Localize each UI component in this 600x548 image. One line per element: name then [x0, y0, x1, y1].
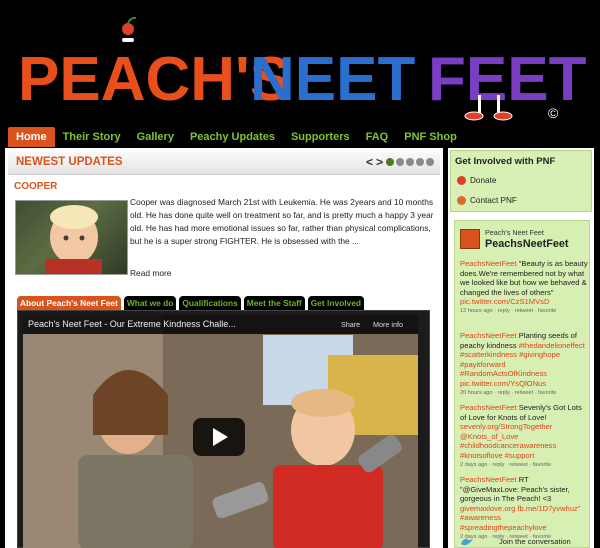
join-conversation-link[interactable]: Join the conversation: [499, 537, 571, 546]
play-icon: [213, 428, 228, 446]
post-name[interactable]: COOPER: [14, 181, 57, 192]
nav-item-home[interactable]: Home: [8, 127, 55, 147]
updates-title: NEWEST UPDATES: [16, 156, 123, 168]
peach-small-icon: [457, 196, 466, 205]
twitter-avatar[interactable]: [460, 229, 480, 249]
site-header: PEACH'S NEET FEET ©: [0, 0, 600, 126]
tab-about-peach-s-neet-feet[interactable]: About Peach's Neet Feet: [17, 296, 121, 310]
child-photo-illustration: [46, 205, 102, 274]
share-button[interactable]: Share: [341, 320, 360, 329]
donate-label: Donate: [470, 176, 497, 185]
tweet-link[interactable]: sevenly.org/StrongTogether @Knots_of_Lov…: [460, 422, 556, 460]
next-arrow-icon[interactable]: >: [376, 156, 384, 168]
main-nav: Home Their Story Gallery Peachy Updates Supp…: [0, 126, 600, 148]
info-tabs: About Peach's Neet Feet What we do Qualifi…: [17, 296, 364, 310]
tab-get-involved[interactable]: Get Involved: [307, 296, 364, 310]
tweet-meta[interactable]: 12 hours ago · reply · retweet · favorit…: [460, 307, 588, 315]
slider-dot[interactable]: [406, 158, 414, 166]
slider-dot[interactable]: [386, 158, 394, 166]
post-excerpt: Cooper was diagnosed March 21st with Leu…: [130, 197, 434, 246]
nav-item-pnf-shop[interactable]: PNF Shop: [396, 127, 465, 147]
slider-dot[interactable]: [396, 158, 404, 166]
donate-link[interactable]: Donate: [457, 176, 496, 185]
prev-arrow-icon[interactable]: <: [366, 156, 374, 168]
contact-label: Contact PNF: [470, 196, 517, 205]
logo-word-2: NEET: [250, 45, 415, 114]
slider-dot[interactable]: [426, 158, 434, 166]
slider-dots: [386, 158, 434, 166]
logo-title: PEACH'S NEET FEET: [18, 45, 587, 114]
more-info-button[interactable]: More info: [373, 320, 403, 329]
video-player[interactable]: Peach's Neet Feet - Our Extreme Kindness…: [23, 315, 418, 548]
sidebar: Get Involved with PNF Donate Contact PNF…: [448, 148, 594, 548]
get-involved-title: Get Involved with PNF: [455, 156, 556, 167]
tweet-user[interactable]: PeachsNeetFeet: [460, 475, 517, 484]
tweet-user[interactable]: PeachsNeetFeet: [460, 331, 517, 340]
post-photo[interactable]: [15, 200, 128, 275]
read-more-link[interactable]: Read more: [130, 268, 171, 278]
peach-icon: [122, 16, 137, 42]
tweet-link[interactable]: givemaxlove.org fb.me/1D7yvwhuz" #awaren…: [460, 504, 580, 532]
heart-icon: [457, 176, 466, 185]
get-involved-panel: Get Involved with PNF Donate Contact PNF: [450, 150, 592, 212]
tweet: PeachsNeetFeet RT "@GiveMaxLove: Peach's…: [460, 475, 588, 541]
tweet-user[interactable]: PeachsNeetFeet: [460, 403, 517, 412]
twitter-handle[interactable]: PeachsNeetFeet: [485, 238, 568, 250]
nav-item-supporters[interactable]: Supporters: [283, 127, 358, 147]
tweet-user[interactable]: PeachsNeetFeet: [460, 259, 517, 268]
play-button[interactable]: [193, 418, 245, 456]
slider-dot[interactable]: [416, 158, 424, 166]
tweet: PeachsNeetFeet Planting seeds of peachy …: [460, 331, 588, 397]
copyright-symbol: ©: [548, 105, 559, 121]
main-content: NEWEST UPDATES < > COOPER Cooper was dia…: [5, 148, 443, 548]
tweet: PeachsNeetFeet Sevenly's Got Lots of Lov…: [460, 403, 588, 469]
tab-meet-the-staff[interactable]: Meet the Staff: [243, 296, 305, 310]
tab-qualifications[interactable]: Qualifications: [179, 296, 241, 310]
contact-link[interactable]: Contact PNF: [457, 196, 517, 205]
updates-header: NEWEST UPDATES < >: [8, 151, 440, 175]
nav-item-gallery[interactable]: Gallery: [129, 127, 182, 147]
video-title-bar: Peach's Neet Feet - Our Extreme Kindness…: [23, 315, 418, 334]
logo-word-3: FEET: [428, 45, 587, 114]
slider-controls: < >: [366, 156, 434, 168]
tweet-meta[interactable]: 20 hours ago · reply · retweet · favorit…: [460, 389, 588, 397]
tweet-meta[interactable]: 2 days ago · reply · retweet · favorite: [460, 461, 588, 469]
nav-item-faq[interactable]: FAQ: [358, 127, 397, 147]
twitter-bird-icon: [460, 537, 474, 547]
tweet-link[interactable]: pic.twitter.com/CzS1MVsD: [460, 297, 549, 306]
video-title[interactable]: Peach's Neet Feet - Our Extreme Kindness…: [28, 319, 236, 329]
twitter-widget: Peach's Neet Feet PeachsNeetFeet PeachsN…: [454, 220, 590, 548]
site-logo[interactable]: PEACH'S NEET FEET ©: [0, 0, 600, 126]
tweet: PeachsNeetFeet "Beauty is as beauty does…: [460, 259, 588, 315]
tab-what-we-do[interactable]: What we do: [123, 296, 177, 310]
twitter-display-name: Peach's Neet Feet: [485, 228, 544, 237]
nav-item-their-story[interactable]: Their Story: [55, 127, 129, 147]
nav-item-peachy-updates[interactable]: Peachy Updates: [182, 127, 283, 147]
